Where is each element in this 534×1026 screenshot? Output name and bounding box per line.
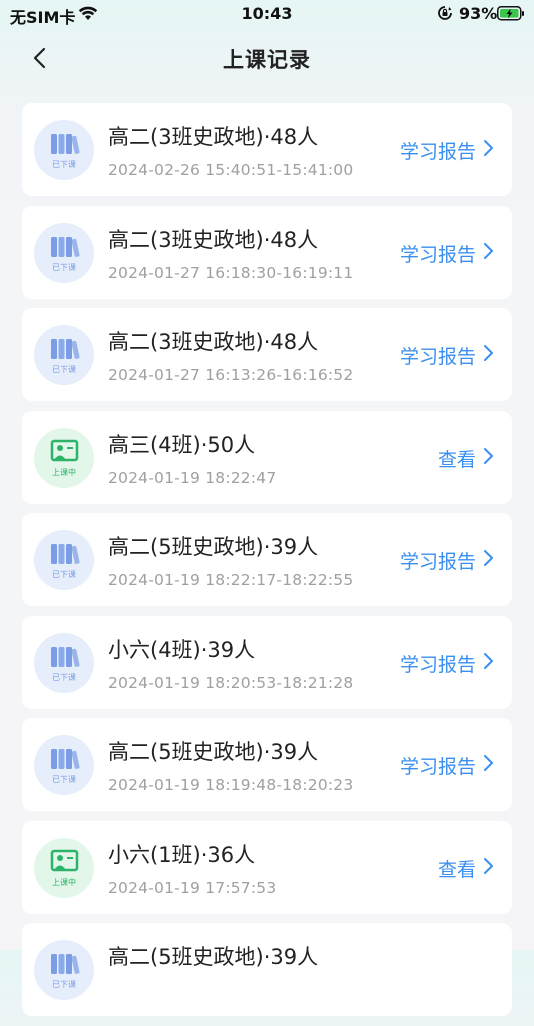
action-label: 学习报告 [399, 141, 476, 163]
study-report-button[interactable]: 学习报告 [400, 752, 494, 779]
live-status-avatar: 上课中 [34, 837, 94, 898]
study-report-button[interactable]: 学习报告 [400, 342, 494, 369]
record-card[interactable]: 已下课 高二(5班史政地)·39人 2024-01-19 18:19:48-18… [22, 718, 512, 811]
class-time: 2024-01-19 18:22:47 [108, 468, 277, 487]
class-name: 高二(5班史政地)·39人 [108, 535, 319, 559]
class-name: 高二(3班史政地)·48人 [108, 227, 319, 252]
class-name: 小六(4班)·39人 [108, 637, 256, 662]
class-time: 2024-01-19 18:22:17-18:22:55 [108, 571, 354, 589]
action-label: 查看 [437, 858, 476, 881]
study-report-button[interactable]: 学习报告 [400, 650, 494, 677]
study-report-button[interactable]: 学习报告 [400, 547, 494, 574]
badge-text: 已下课 [52, 160, 76, 169]
class-name: 高二(3班史政地)·48人 [108, 125, 319, 149]
action-label: 学习报告 [399, 756, 476, 778]
chevron-right-icon [482, 139, 494, 162]
ended-status-avatar: 已下课 [34, 325, 94, 385]
books-icon: 已下课 [51, 544, 80, 579]
view-button[interactable]: 查看 [438, 855, 494, 882]
record-card[interactable]: 已下课 小六(4班)·39人 2024-01-19 18:20:53-18:21… [22, 615, 512, 709]
badge-text: 上课中 [52, 877, 76, 887]
ended-status-avatar: 已下课 [34, 940, 94, 1000]
class-record-list: 已下课 高二(3班史政地)·48人 2024-02-26 15:40:51-15… [22, 103, 512, 1026]
teacher-board-icon: 上课中 [50, 439, 79, 477]
badge-text: 已下课 [52, 263, 76, 272]
chevron-right-icon [482, 447, 494, 470]
chevron-right-icon [482, 754, 494, 777]
rotation-lock-icon [437, 5, 453, 25]
class-time: 2024-01-27 16:18:30-16:19:11 [108, 263, 354, 282]
battery-percent: 93% [459, 4, 498, 23]
chevron-right-icon [482, 344, 494, 367]
class-time: 2024-01-27 16:13:26-16:16:52 [108, 366, 354, 384]
books-icon: 已下课 [51, 134, 80, 169]
record-card[interactable]: 已下课 高二(5班史政地)·39人 [22, 923, 512, 1016]
class-name: 小六(1班)·36人 [108, 842, 256, 867]
badge-text: 上课中 [52, 467, 76, 477]
record-card[interactable]: 上课中 小六(1班)·36人 2024-01-19 17:57:53 查看 [22, 820, 512, 914]
action-label: 学习报告 [399, 346, 476, 368]
ended-status-avatar: 已下课 [34, 120, 94, 180]
ended-status-avatar: 已下课 [34, 735, 94, 795]
ended-status-avatar: 已下课 [34, 632, 94, 693]
books-icon: 已下课 [51, 646, 80, 682]
study-report-button[interactable]: 学习报告 [400, 240, 494, 267]
books-icon: 已下课 [51, 749, 80, 784]
badge-text: 已下课 [52, 980, 76, 989]
clock: 10:43 [241, 4, 293, 23]
nav-bar: 上课记录 [0, 30, 534, 86]
books-icon: 已下课 [51, 954, 80, 989]
record-card[interactable]: 已下课 高二(3班史政地)·48人 2024-01-27 16:18:30-16… [22, 205, 512, 299]
ended-status-avatar: 已下课 [34, 530, 94, 590]
record-card[interactable]: 上课中 高三(4班)·50人 2024-01-19 18:22:47 查看 [22, 410, 512, 504]
badge-text: 已下课 [52, 365, 76, 374]
study-report-button[interactable]: 学习报告 [400, 137, 494, 164]
action-label: 学习报告 [399, 551, 476, 573]
status-bar: 无SIM卡 10:43 93% [0, 0, 534, 30]
view-button[interactable]: 查看 [438, 445, 494, 472]
chevron-right-icon [482, 652, 494, 675]
books-icon: 已下课 [51, 236, 80, 272]
class-name: 高三(4班)·50人 [108, 432, 256, 457]
chevron-right-icon [482, 857, 494, 880]
badge-text: 已下课 [52, 570, 76, 579]
class-time: 2024-01-19 17:57:53 [108, 878, 277, 897]
ended-status-avatar: 已下课 [34, 222, 94, 283]
badge-text: 已下课 [52, 673, 76, 682]
battery-icon [497, 6, 525, 25]
live-status-avatar: 上课中 [34, 427, 94, 488]
books-icon: 已下课 [51, 339, 80, 374]
class-name: 高二(5班史政地)·39人 [108, 740, 319, 764]
record-card[interactable]: 已下课 高二(3班史政地)·48人 2024-02-26 15:40:51-15… [22, 103, 512, 196]
badge-text: 已下课 [52, 775, 76, 784]
record-card[interactable]: 已下课 高二(3班史政地)·48人 2024-01-27 16:13:26-16… [22, 308, 512, 401]
class-name: 高二(5班史政地)·39人 [108, 945, 319, 969]
action-label: 学习报告 [399, 653, 476, 676]
chevron-right-icon [482, 242, 494, 265]
class-name: 高二(3班史政地)·48人 [108, 330, 319, 354]
class-time: 2024-01-19 18:20:53-18:21:28 [108, 673, 354, 692]
class-time: 2024-01-19 18:19:48-18:20:23 [108, 776, 354, 794]
chevron-right-icon [482, 549, 494, 572]
record-card[interactable]: 已下课 高二(5班史政地)·39人 2024-01-19 18:22:17-18… [22, 513, 512, 606]
teacher-board-icon: 上课中 [50, 849, 79, 887]
action-label: 查看 [437, 448, 476, 471]
action-label: 学习报告 [399, 243, 476, 266]
page-title: 上课记录 [223, 48, 311, 72]
class-time: 2024-02-26 15:40:51-15:41:00 [108, 161, 354, 179]
